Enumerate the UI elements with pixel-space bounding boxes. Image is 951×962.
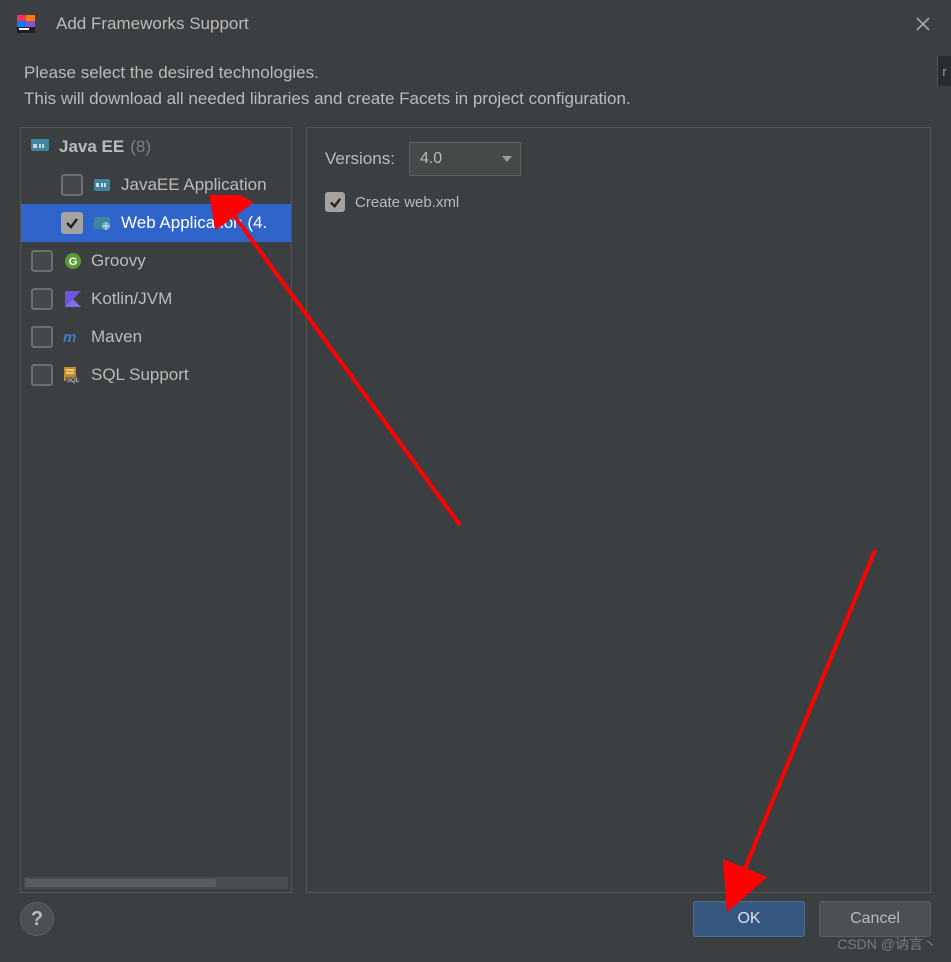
dialog-footer: ? OK Cancel bbox=[0, 894, 951, 962]
tree-item-label: Web Application (4. bbox=[121, 213, 267, 233]
versions-combobox[interactable]: 4.0 bbox=[409, 142, 521, 176]
frameworks-tree-panel: Java EE (8) JavaEE Application bbox=[20, 127, 292, 893]
description-line1: Please select the desired technologies. bbox=[24, 60, 927, 86]
versions-row: Versions: 4.0 bbox=[325, 142, 912, 176]
kotlin-icon bbox=[63, 289, 83, 309]
tree-item-checkbox[interactable] bbox=[61, 212, 83, 234]
create-webxml-label: Create web.xml bbox=[355, 194, 459, 211]
tree-item-label: JavaEE Application bbox=[121, 175, 267, 195]
tree-item-checkbox[interactable] bbox=[31, 288, 53, 310]
svg-text:SQL: SQL bbox=[67, 378, 80, 384]
dialog-description: Please select the desired technologies. … bbox=[0, 48, 951, 127]
watermark-text: CSDN @讷言丶 bbox=[837, 934, 937, 954]
title-bar: Add Frameworks Support bbox=[0, 0, 951, 48]
description-line2: This will download all needed libraries … bbox=[24, 86, 927, 112]
web-icon bbox=[93, 213, 113, 233]
tree-item-label: SQL Support bbox=[91, 365, 189, 385]
maven-icon: m bbox=[63, 327, 83, 347]
versions-label: Versions: bbox=[325, 149, 395, 169]
tree-item-web-application[interactable]: Web Application (4. bbox=[21, 204, 291, 242]
tree-item-checkbox[interactable] bbox=[31, 250, 53, 272]
ok-button[interactable]: OK bbox=[693, 901, 805, 937]
create-webxml-checkbox[interactable] bbox=[325, 192, 345, 212]
sql-icon: SQL bbox=[63, 365, 83, 385]
tree-item-kotlin-jvm[interactable]: Kotlin/JVM bbox=[21, 280, 291, 318]
tree-group-count: (8) bbox=[130, 137, 151, 157]
ok-button-label: OK bbox=[737, 910, 760, 928]
tree-item-checkbox[interactable] bbox=[31, 326, 53, 348]
tree-item-label: Kotlin/JVM bbox=[91, 289, 172, 309]
framework-details-panel: Versions: 4.0 Create web.xml bbox=[306, 127, 931, 893]
svg-text:m: m bbox=[63, 329, 76, 345]
create-webxml-row: Create web.xml bbox=[325, 192, 912, 212]
help-icon: ? bbox=[31, 908, 43, 931]
app-icon bbox=[12, 10, 40, 38]
dialog-body: Java EE (8) JavaEE Application bbox=[0, 127, 951, 893]
svg-text:G: G bbox=[69, 256, 78, 268]
tree-item-checkbox[interactable] bbox=[61, 174, 83, 196]
tree-group-java-ee[interactable]: Java EE (8) bbox=[21, 128, 291, 166]
tree-horizontal-scrollbar[interactable] bbox=[24, 877, 288, 889]
tree-item-label: Groovy bbox=[91, 251, 146, 271]
background-edge: r bbox=[937, 56, 951, 86]
javaee-icon bbox=[93, 175, 113, 195]
chevron-down-icon bbox=[502, 150, 512, 168]
groovy-icon: G bbox=[63, 251, 83, 271]
frameworks-tree[interactable]: Java EE (8) JavaEE Application bbox=[21, 128, 291, 892]
versions-value: 4.0 bbox=[420, 150, 442, 168]
tree-item-checkbox[interactable] bbox=[31, 364, 53, 386]
help-button[interactable]: ? bbox=[20, 902, 54, 936]
cancel-button[interactable]: Cancel bbox=[819, 901, 931, 937]
close-button[interactable] bbox=[911, 12, 935, 36]
dialog-title: Add Frameworks Support bbox=[56, 14, 911, 34]
tree-group-label: Java EE bbox=[59, 137, 124, 157]
tree-item-label: Maven bbox=[91, 327, 142, 347]
tree-item-maven[interactable]: m Maven bbox=[21, 318, 291, 356]
tree-item-groovy[interactable]: G Groovy bbox=[21, 242, 291, 280]
javaee-folder-icon bbox=[31, 137, 51, 158]
tree-item-javaee-application[interactable]: JavaEE Application bbox=[21, 166, 291, 204]
cancel-button-label: Cancel bbox=[850, 910, 900, 928]
tree-item-sql-support[interactable]: SQL SQL Support bbox=[21, 356, 291, 394]
